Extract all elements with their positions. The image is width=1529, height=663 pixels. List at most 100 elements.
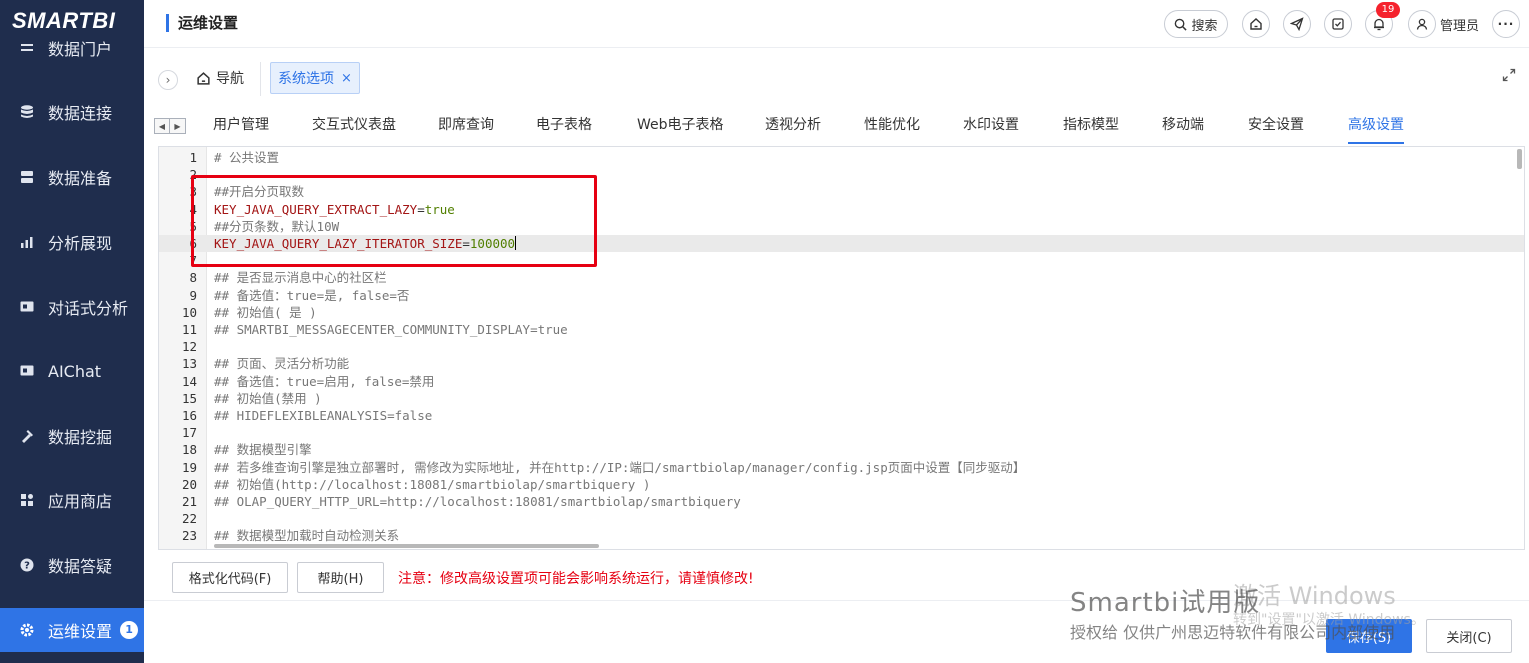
help-button[interactable]: 帮助(H) (297, 562, 384, 593)
comment-text: ## 初始值(禁用 ) (214, 390, 322, 406)
line-number: 17 (181, 425, 197, 441)
sidebar-item-label: 数据准备 (48, 169, 113, 188)
line-number: 12 (181, 339, 197, 355)
sidebar-item-1[interactable]: 数据连接 (0, 90, 144, 134)
comment-text: ## 初始值( 是 ) (214, 304, 317, 320)
line-number: 11 (181, 322, 197, 337)
top-header: 运维设置 搜索 19 管理员 ··· (144, 0, 1529, 48)
horizontal-scrollbar[interactable] (214, 544, 599, 548)
sidebar-item-label: 数据挖掘 (48, 428, 113, 447)
line-content: ## 数据模型引擎 (214, 441, 312, 458)
mining-icon (18, 427, 36, 445)
nav-home-label: 导航 (216, 71, 244, 87)
line-content: ## 初始值( 是 ) (214, 304, 317, 321)
code-line: 19 ## 若多维查询引擎是独立部署时, 需修改为实际地址, 并在http://I… (159, 459, 1524, 476)
comment-text: ## OLAP_QUERY_HTTP_URL=http://localhost:… (214, 494, 741, 509)
search-label: 搜索 (1191, 18, 1218, 34)
line-number: 22 (181, 511, 197, 527)
data-prep-icon (18, 168, 36, 186)
notification-button[interactable]: 19 (1365, 2, 1400, 38)
comment-text: ## SMARTBI_MESSAGECENTER_COMMUNITY_DISPL… (214, 322, 568, 337)
nav-divider (260, 62, 261, 96)
line-content: ## 页面、灵活分析功能 (214, 355, 349, 372)
comment-text: ## 是否显示消息中心的社区栏 (214, 270, 387, 286)
line-content: ## SMARTBI_MESSAGECENTER_COMMUNITY_DISPL… (214, 321, 568, 338)
sidebar-item-7[interactable]: 应用商店 (0, 478, 144, 522)
code-editor[interactable]: 1 # 公共设置 2 3 ##开启分页取数 4 KEY_JAVA_QUERY_EXTRACT… (158, 146, 1525, 550)
bell-icon (1372, 17, 1386, 31)
page-title: 运维设置 (166, 14, 238, 32)
settings-tab-11[interactable]: 高级设置 (1342, 106, 1410, 144)
sidebar-item-6[interactable]: 数据挖掘 (0, 414, 144, 458)
comment-text: ## 数据模型引擎 (214, 442, 312, 458)
settings-tab-8[interactable]: 指标模型 (1057, 106, 1125, 144)
sidebar-item-4[interactable]: 对话式分析 (0, 285, 144, 329)
code-line: 16 ## HIDEFLEXIBLEANALYSIS=false (159, 407, 1524, 424)
close-tab-icon[interactable]: × (341, 71, 352, 86)
task-button[interactable] (1324, 10, 1352, 38)
question-icon: ? (18, 556, 36, 574)
sidebar-item-2[interactable]: 数据准备 (0, 155, 144, 199)
gear-icon (18, 621, 36, 639)
sidebar-item-label: 分析展现 (48, 234, 113, 253)
line-content: ## HIDEFLEXIBLEANALYSIS=false (214, 407, 432, 424)
code-line: 17 (159, 424, 1524, 441)
format-code-button[interactable]: 格式化代码(F) (172, 562, 288, 593)
user-avatar[interactable] (1408, 10, 1436, 38)
sidebar-item-label: 运维设置 (48, 622, 113, 641)
comment-text: ## 备选值：true=是, false=否 (214, 287, 410, 303)
code-line: 23 ## 数据模型加载时自动检测关系 (159, 527, 1524, 544)
dialog-analysis-icon (18, 298, 36, 316)
settings-tab-9[interactable]: 移动端 (1156, 106, 1210, 144)
more-button[interactable]: ··· (1492, 10, 1520, 38)
warning-text: 注意：修改高级设置项可能会影响系统运行，请谨慎修改! (398, 571, 754, 587)
sidebar-item-5[interactable]: AIChat (0, 349, 144, 393)
code-line: 22 (159, 510, 1524, 527)
user-name[interactable]: 管理员 (1440, 15, 1479, 34)
sidebar-item-3[interactable]: 分析展现 (0, 220, 144, 264)
sidebar-item-8[interactable]: ? 数据答疑 (0, 543, 144, 587)
nav-home[interactable]: 导航 (196, 68, 244, 88)
svg-text:?: ? (24, 561, 30, 572)
home-icon (1249, 17, 1263, 31)
sidebar-item-label: AIChat (48, 361, 102, 381)
settings-tab-0[interactable]: 用户管理 (207, 106, 275, 144)
settings-tab-5[interactable]: 透视分析 (759, 106, 827, 144)
tab-scroll-left-icon[interactable]: ◀ (154, 118, 170, 134)
close-button[interactable]: 关闭(C) (1426, 619, 1512, 653)
line-number: 14 (181, 373, 197, 389)
settings-tab-6[interactable]: 性能优化 (858, 106, 926, 144)
trial-watermark: Smartbi试用版 (1070, 588, 1261, 618)
settings-tab-3[interactable]: 电子表格 (530, 106, 598, 144)
line-content: ## 数据模型加载时自动检测关系 (214, 527, 399, 544)
settings-tab-1[interactable]: 交互式仪表盘 (306, 106, 402, 144)
settings-tab-7[interactable]: 水印设置 (957, 106, 1025, 144)
line-content: ## OLAP_QUERY_HTTP_URL=http://localhost:… (214, 493, 741, 510)
chevron-right-icon: › (165, 73, 171, 87)
line-content: ## 初始值(http://localhost:18081/smartbiola… (214, 476, 650, 493)
sidebar: SMARTBI 数据门户 数据连接 数据准备 分析展现 对话式分析 AIChat 数据挖掘应… (0, 0, 144, 663)
paper-plane-icon (1290, 17, 1304, 31)
tab-system-options[interactable]: 系统选项 × (270, 62, 360, 94)
comment-text: ## 若多维查询引擎是独立部署时, 需修改为实际地址, 并在http://IP:… (214, 459, 1026, 475)
expand-nav-button[interactable]: › (158, 70, 178, 90)
line-number: 1 (189, 150, 197, 165)
app-store-icon (18, 491, 36, 509)
tab-scroll-arrows: ◀ ▶ (154, 118, 186, 134)
settings-tab-4[interactable]: Web电子表格 (631, 106, 730, 144)
sidebar-item-0[interactable]: 数据门户 (0, 26, 144, 70)
home-button[interactable] (1242, 10, 1270, 38)
fullscreen-icon[interactable] (1502, 68, 1516, 86)
line-content: ## 备选值：true=是, false=否 (214, 287, 409, 304)
portal-icon (18, 39, 36, 57)
send-button[interactable] (1283, 10, 1311, 38)
settings-tab-2[interactable]: 即席查询 (432, 106, 500, 144)
settings-tab-10[interactable]: 安全设置 (1242, 106, 1310, 144)
vertical-scrollbar[interactable] (1517, 149, 1522, 169)
ai-chat-icon (18, 362, 36, 380)
sidebar-item-9[interactable]: 运维设置 1 (0, 608, 144, 652)
code-line: 15 ## 初始值(禁用 ) (159, 390, 1524, 407)
tab-scroll-right-icon[interactable]: ▶ (170, 118, 186, 134)
search-button[interactable]: 搜索 (1164, 10, 1228, 38)
sidebar-item-label: 数据连接 (48, 104, 113, 123)
